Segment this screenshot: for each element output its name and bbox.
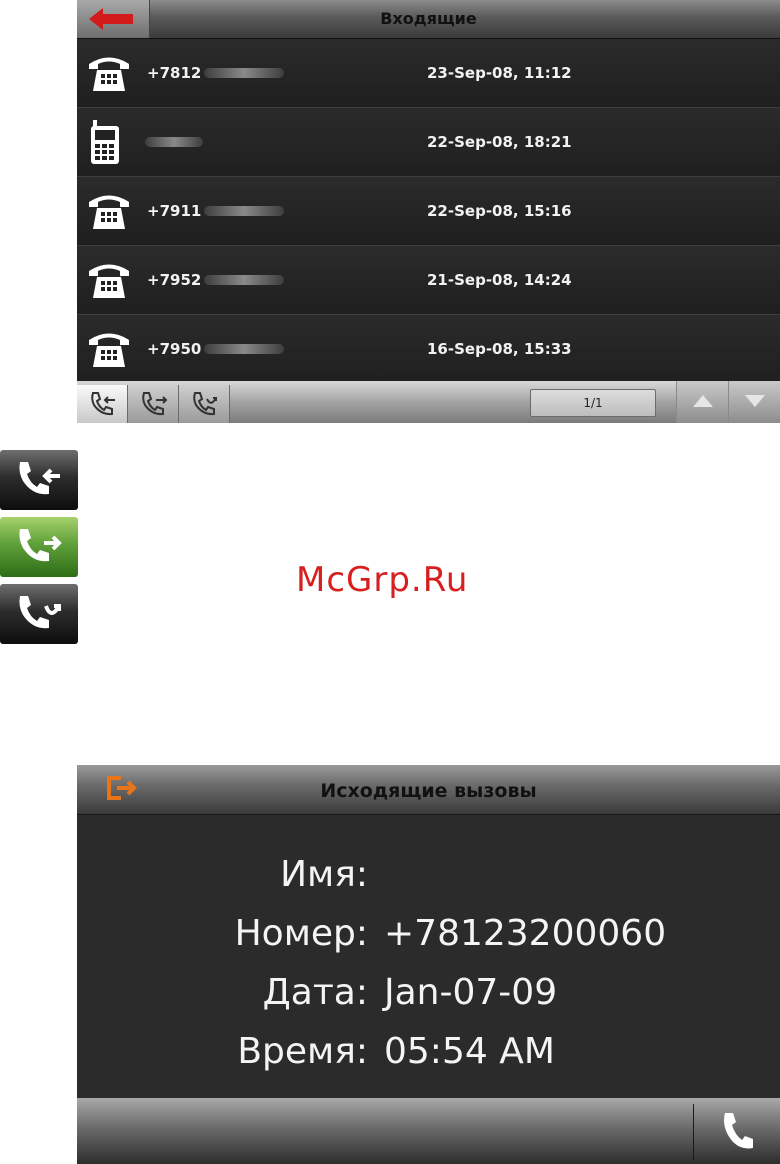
call-datetime: 22-Sep-08, 15:16 [427,202,572,220]
outgoing-call-icon [0,517,78,577]
incoming-call-icon [91,392,115,416]
redacted-number-blur [204,275,284,285]
missed-call-icon [193,392,217,416]
call-details: Имя: Номер: +78123200060 Дата: Jan-07-09… [77,845,780,1081]
call-number: +7911 [147,202,202,220]
triangle-up-icon [693,395,713,407]
call-datetime: 16-Sep-08, 15:33 [427,340,572,358]
tab-incoming-calls[interactable] [77,385,128,423]
page-title: Входящие [380,9,477,28]
header-bar: Входящие [77,0,780,39]
landline-phone-icon [89,333,129,367]
scroll-down-button[interactable] [728,381,780,423]
call-row[interactable]: +7911 22-Sep-08, 15:16 [77,177,780,246]
page-title: Исходящие вызовы [320,780,537,802]
call-row[interactable]: +7952 21-Sep-08, 14:24 [77,246,780,315]
back-arrow-icon [89,8,133,30]
watermark: McGrp.Ru [296,560,469,600]
number-label: Номер: [234,913,368,954]
call-datetime: 21-Sep-08, 14:24 [427,271,572,289]
redacted-number-blur [204,344,284,354]
back-button[interactable] [77,0,150,38]
time-value: 05:54 AM [384,1031,555,1072]
date-label: Дата: [262,972,368,1013]
phone-handset-icon [724,1113,753,1149]
triangle-down-icon [745,395,765,407]
mobile-phone-icon [91,120,119,164]
outgoing-call-icon [142,392,168,416]
name-label: Имя: [280,854,368,895]
redacted-number-blur [145,137,203,147]
call-number: +7950 [147,340,202,358]
tab-outgoing-calls[interactable] [128,385,179,423]
incoming-call-icon [0,450,78,510]
outgoing-call-detail-screen: Исходящие вызовы Имя: Номер: +7812320006… [77,765,780,1164]
footer-bar: 1/1 [77,381,780,423]
number-value: +78123200060 [384,913,667,954]
redacted-number-blur [204,68,284,78]
call-button[interactable] [694,1098,780,1164]
call-row[interactable]: +7812 23-Sep-08, 11:12 [77,39,780,108]
call-row[interactable]: +7950 16-Sep-08, 15:33 [77,315,780,384]
call-number: +7952 [147,271,202,289]
footer-bar [77,1098,780,1164]
page-indicator: 1/1 [530,389,656,417]
call-datetime: 23-Sep-08, 11:12 [427,64,572,82]
exit-icon[interactable] [107,776,137,800]
call-number: +7812 [147,64,202,82]
missed-call-icon [0,584,78,644]
call-row[interactable]: 22-Sep-08, 18:21 [77,108,780,177]
detail-row-number: Номер: +78123200060 [77,904,780,963]
call-datetime: 22-Sep-08, 18:21 [427,133,572,151]
scroll-up-button[interactable] [676,381,729,423]
call-list: +7812 23-Sep-08, 11:12 22-Sep-08, 18:21 … [77,39,780,384]
landline-phone-icon [89,264,129,298]
detail-row-time: Время: 05:54 AM [77,1022,780,1081]
incoming-calls-screen: Входящие +7812 23-Sep-08, 11:12 22-Sep-0… [77,0,780,423]
landline-phone-icon [89,195,129,229]
time-label: Время: [237,1031,368,1072]
date-value: Jan-07-09 [384,972,558,1013]
landline-phone-icon [89,57,129,91]
redacted-number-blur [204,206,284,216]
header-bar: Исходящие вызовы [77,765,780,815]
tab-missed-calls[interactable] [179,385,230,423]
detail-row-date: Дата: Jan-07-09 [77,963,780,1022]
detail-row-name: Имя: [77,845,780,904]
